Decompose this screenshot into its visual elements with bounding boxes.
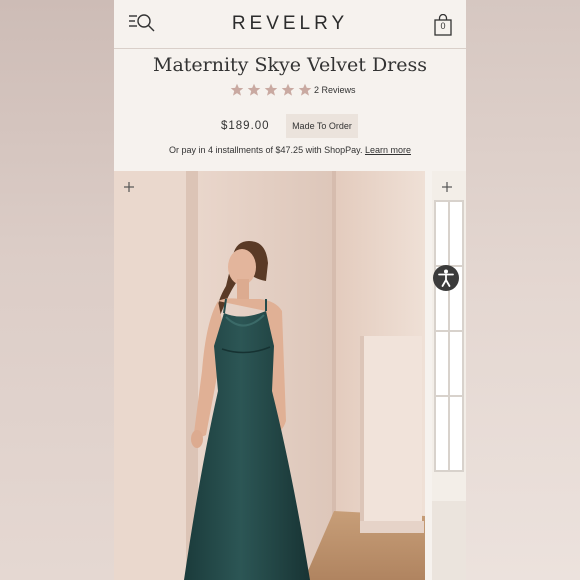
site-logo[interactable]: REVELRY	[114, 13, 466, 35]
background-right	[466, 0, 580, 580]
star-icon	[264, 83, 278, 96]
star-icon	[281, 83, 295, 96]
star-rating[interactable]	[230, 83, 312, 97]
zoom-plus-icon[interactable]	[123, 180, 135, 192]
product-photo-main[interactable]	[114, 171, 425, 580]
product-photo-next[interactable]	[432, 171, 466, 580]
product-title: Maternity Skye Velvet Dress	[152, 54, 428, 76]
star-icon	[230, 83, 244, 96]
bag-count: 0	[440, 21, 446, 31]
product-price: $189.00	[221, 120, 270, 132]
star-icon	[247, 83, 261, 96]
product-page: REVELRY 0 Maternity Skye Velvet Dress 2 …	[114, 0, 466, 580]
shoppay-installments: Or pay in 4 installments of $47.25 with …	[114, 145, 466, 155]
accessibility-icon[interactable]	[433, 265, 459, 291]
shopping-bag-icon[interactable]: 0	[433, 13, 453, 36]
shoppay-text: Or pay in 4 installments of $47.25 with …	[169, 145, 363, 155]
zoom-plus-icon[interactable]	[441, 180, 453, 192]
background-left	[0, 0, 114, 580]
site-header: REVELRY 0	[114, 0, 466, 49]
star-icon	[298, 83, 312, 96]
reviews-link[interactable]: 2 Reviews	[314, 85, 356, 95]
learn-more-link[interactable]: Learn more	[365, 145, 411, 155]
made-to-order-badge: Made To Order	[286, 114, 358, 138]
